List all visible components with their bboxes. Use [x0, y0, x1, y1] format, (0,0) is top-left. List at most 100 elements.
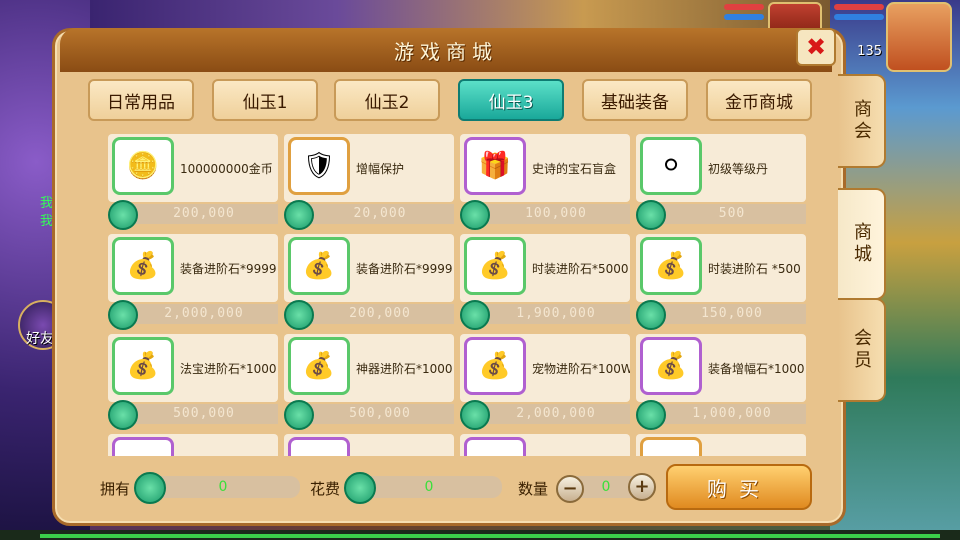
- shop-item-card[interactable]: ⚪ 初级等级丹 500: [636, 134, 806, 230]
- tab-1[interactable]: 日常用品: [88, 79, 194, 121]
- shop-item-card[interactable]: ◆: [284, 434, 454, 456]
- item-price: 1,900,000: [482, 304, 630, 324]
- item-price: 500,000: [306, 404, 454, 424]
- jade-coin-icon: [108, 200, 138, 230]
- pill-icon: ⚪: [640, 137, 702, 195]
- jade-coin-icon: [636, 400, 666, 430]
- item-price: 200,000: [306, 304, 454, 324]
- protect-shield-icon: 🛡: [288, 137, 350, 195]
- tab-3[interactable]: 仙玉2: [334, 79, 440, 121]
- item-price: 2,000,000: [130, 304, 278, 324]
- bottom-status-strip: [0, 530, 960, 540]
- tab-5[interactable]: 基础装备: [582, 79, 688, 121]
- item-price: 200,000: [130, 204, 278, 224]
- item-price: 100,000: [482, 204, 630, 224]
- item-price: 20,000: [306, 204, 454, 224]
- item-name: 装备增幅石*1000: [708, 362, 805, 376]
- item-icon: ◆: [640, 437, 702, 456]
- jade-coin-icon: [134, 472, 166, 504]
- item-price: 500: [658, 204, 806, 224]
- shop-item-card[interactable]: 💰 时装进阶石 *500 150,000: [636, 234, 806, 330]
- cost-value-field: 0: [356, 476, 502, 498]
- item-price: 150,000: [658, 304, 806, 324]
- item-name: 装备进阶石*9999: [356, 262, 453, 276]
- item-name: 装备进阶石*9999: [180, 262, 277, 276]
- cost-value: 0: [424, 479, 434, 495]
- quantity-value: 0: [601, 479, 611, 495]
- treasure-chest-icon: 🎁: [464, 137, 526, 195]
- item-price: 500,000: [130, 404, 278, 424]
- stone-bag-icon: 💰: [464, 237, 526, 295]
- stone-bag-icon: 💰: [112, 337, 174, 395]
- shop-item-card[interactable]: 💰 装备进阶石*9999 200,000: [284, 234, 454, 330]
- friends-label: 好友: [26, 331, 54, 347]
- own-value: 0: [218, 479, 228, 495]
- shop-item-card[interactable]: 🛡 增幅保护 20,000: [284, 134, 454, 230]
- item-icon: ◆: [112, 437, 174, 456]
- stone-bag-icon: 💰: [464, 337, 526, 395]
- shop-item-card[interactable]: ◆: [460, 434, 630, 456]
- item-price: 2,000,000: [482, 404, 630, 424]
- stone-bag-icon: 💰: [640, 237, 702, 295]
- item-icon: ◆: [464, 437, 526, 456]
- item-price: 1,000,000: [658, 404, 806, 424]
- hud-bars: [700, 0, 960, 30]
- jade-coin-icon: [344, 472, 376, 504]
- jade-coin-icon: [284, 300, 314, 330]
- jade-coin-icon: [108, 400, 138, 430]
- shop-item-card[interactable]: ◆: [108, 434, 278, 456]
- shop-item-card[interactable]: 🎁 史诗的宝石盲盒 100,000: [460, 134, 630, 230]
- jade-coin-icon: [636, 200, 666, 230]
- shop-item-card[interactable]: 💰 时装进阶石*5000 1,900,000: [460, 234, 630, 330]
- stone-bag-icon: 💰: [288, 237, 350, 295]
- stone-bag-icon: 💰: [288, 337, 350, 395]
- quantity-label: 数量: [518, 480, 549, 498]
- item-icon: ◆: [288, 437, 350, 456]
- gold-coin-icon: 🪙: [112, 137, 174, 195]
- experience-bar: [40, 534, 940, 538]
- jade-coin-icon: [108, 300, 138, 330]
- item-name: 100000000金币: [180, 162, 273, 176]
- player-level: 135: [857, 44, 882, 59]
- decrease-quantity-button[interactable]: −: [556, 475, 584, 503]
- stone-bag-icon: 💰: [112, 237, 174, 295]
- own-label: 拥有: [100, 480, 131, 498]
- stone-bag-icon: 💰: [640, 337, 702, 395]
- item-name: 神器进阶石*1000: [356, 362, 453, 376]
- tab-4[interactable]: 仙玉3: [458, 79, 564, 121]
- pet-mp-bar: [724, 14, 764, 20]
- close-icon: ✖: [805, 33, 827, 61]
- increase-quantity-button[interactable]: +: [628, 473, 656, 501]
- minus-icon: −: [562, 478, 578, 499]
- shop-item-card[interactable]: 💰 装备增幅石*1000 1,000,000: [636, 334, 806, 430]
- shop-item-card[interactable]: 🪙 100000000金币 200,000: [108, 134, 278, 230]
- item-name: 时装进阶石 *500: [708, 262, 801, 276]
- item-name: 增幅保护: [356, 162, 405, 176]
- side-tab-2[interactable]: 商城: [838, 188, 886, 300]
- jade-coin-icon: [636, 300, 666, 330]
- cost-label: 花费: [310, 480, 341, 498]
- item-name: 初级等级丹: [708, 162, 769, 176]
- shop-item-card[interactable]: 💰 神器进阶石*1000 500,000: [284, 334, 454, 430]
- plus-icon: +: [634, 476, 650, 497]
- shop-item-card[interactable]: 💰 宠物进阶石*100W 2,000,000: [460, 334, 630, 430]
- item-name: 史诗的宝石盲盒: [532, 162, 617, 176]
- own-value-field: 0: [146, 476, 300, 498]
- item-name: 法宝进阶石*1000: [180, 362, 277, 376]
- side-tab-3[interactable]: 会员: [838, 298, 886, 402]
- side-tab-1[interactable]: 商会: [838, 74, 886, 168]
- jade-coin-icon: [460, 200, 490, 230]
- item-grid[interactable]: 🪙 100000000金币 200,000 🛡 增幅保护 20,000 🎁 史诗的宝石盲盒 10…: [92, 126, 812, 456]
- item-name: 时装进阶石*5000: [532, 262, 629, 276]
- jade-coin-icon: [284, 200, 314, 230]
- shop-item-card[interactable]: ◆: [636, 434, 806, 456]
- jade-coin-icon: [284, 400, 314, 430]
- tab-6[interactable]: 金币商城: [706, 79, 812, 121]
- buy-button[interactable]: 购买: [666, 464, 812, 510]
- shop-item-card[interactable]: 💰 法宝进阶石*1000 500,000: [108, 334, 278, 430]
- pet-hp-bar: [724, 4, 764, 10]
- close-button[interactable]: ✖: [796, 28, 836, 66]
- tab-2[interactable]: 仙玉1: [212, 79, 318, 121]
- hp-bar: [834, 4, 884, 10]
- shop-item-card[interactable]: 💰 装备进阶石*9999 2,000,000: [108, 234, 278, 330]
